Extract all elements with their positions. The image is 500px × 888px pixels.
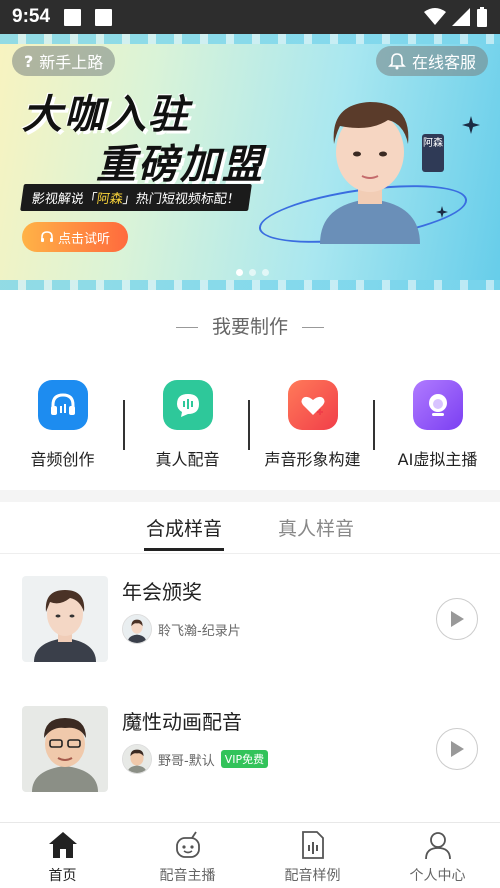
- tab-human-samples[interactable]: 真人样音: [278, 502, 354, 553]
- make-section-title: 我要制作: [211, 316, 288, 338]
- headset-icon: [40, 231, 53, 242]
- make-section-header: 我要制作: [0, 312, 500, 339]
- banner-dot[interactable]: [236, 269, 243, 276]
- banner-dot[interactable]: [249, 269, 256, 276]
- play-button[interactable]: [436, 728, 478, 770]
- sample-meta: 野哥-默认 VIP免费: [122, 744, 269, 774]
- user-icon: [423, 829, 453, 861]
- voice-avatar: [122, 614, 152, 644]
- vip-free-badge: VIP免费: [220, 750, 269, 768]
- question-icon: ?: [24, 51, 34, 71]
- tab-synthesized-samples[interactable]: 合成样音: [143, 502, 225, 553]
- beginner-guide-label: 新手上路: [39, 53, 104, 72]
- banner-subtitle-highlight: 阿森: [95, 192, 124, 207]
- bottom-navigation: 首页 配音主播 配音样例 个人中心: [0, 822, 500, 888]
- play-icon: [451, 741, 464, 757]
- banner-title-line2: 重磅加盟: [96, 142, 264, 188]
- header-divider-left: [175, 327, 198, 328]
- tool-label: 声音形象构建: [264, 450, 361, 469]
- creation-tools: 音频创作 真人配音 声音形象构建 AI虚拟主播: [0, 380, 500, 480]
- nav-label: 配音样例: [284, 868, 341, 884]
- headphones-icon: [37, 380, 88, 430]
- heart-add-icon: [287, 380, 338, 430]
- banner-subtitle-pre: 影视解说「: [30, 192, 98, 207]
- section-divider: [0, 490, 500, 502]
- tool-human-dubbing[interactable]: 真人配音: [125, 380, 250, 480]
- audio-file-icon: [300, 829, 326, 861]
- film-strip-decoration: [0, 34, 500, 44]
- tool-label: 真人配音: [155, 450, 220, 469]
- tool-audio-creation[interactable]: 音频创作: [0, 380, 125, 480]
- status-time: 9:54: [12, 6, 51, 27]
- sample-tabs: 合成样音 真人样音: [0, 502, 500, 554]
- home-icon: [48, 829, 78, 861]
- signal-icon: [452, 8, 470, 26]
- sample-title: 年会颁奖: [122, 580, 202, 604]
- nav-dubbing-samples[interactable]: 配音样例: [250, 823, 375, 888]
- chat-bubble-icon: [162, 380, 213, 430]
- avatar-head-icon: [412, 380, 463, 430]
- sparkle-icon-small: [436, 206, 448, 218]
- nav-profile[interactable]: 个人中心: [375, 823, 500, 888]
- promo-banner[interactable]: ? 新手上路 在线客服 大咖入驻 重磅加盟 影视解说「阿森」热门短视频标配！ 点…: [0, 34, 500, 290]
- play-icon: [451, 611, 464, 627]
- header-divider-right: [302, 327, 324, 328]
- tool-label: 音频创作: [30, 450, 95, 469]
- film-strip-decoration-bottom: [0, 280, 500, 290]
- play-button[interactable]: [436, 598, 478, 640]
- nav-label: 个人中心: [409, 868, 466, 884]
- banner-pagination: [236, 269, 269, 276]
- notification-icon-2: [95, 8, 113, 26]
- robot-icon: [173, 829, 203, 861]
- voice-name: 野哥-默认: [158, 753, 215, 769]
- nav-dubbing-anchors[interactable]: 配音主播: [125, 823, 250, 888]
- banner-subtitle-post: 」热门短视频标配！: [121, 192, 241, 207]
- banner-dot[interactable]: [262, 269, 269, 276]
- sparkle-icon: [462, 116, 480, 134]
- support-bell-icon: [388, 53, 406, 70]
- battery-icon: [477, 7, 487, 27]
- sample-thumbnail: [22, 576, 108, 662]
- sample-title: 魔性动画配音: [122, 710, 242, 734]
- status-bar: 9:54: [0, 0, 500, 34]
- spokesperson-portrait: [320, 102, 420, 244]
- tab-label: 合成样音: [145, 518, 222, 540]
- tab-label: 真人样音: [278, 518, 355, 540]
- sample-thumbnail: [22, 706, 108, 792]
- nav-home[interactable]: 首页: [0, 823, 125, 888]
- tool-label: AI虚拟主播: [397, 450, 478, 469]
- listen-now-label: 点击试听: [57, 231, 110, 247]
- notification-icon: [64, 8, 82, 26]
- voice-name: 聆飞瀚-纪录片: [158, 623, 241, 639]
- sample-meta: 聆飞瀚-纪录片: [122, 614, 241, 644]
- online-support-button[interactable]: 在线客服: [375, 46, 488, 76]
- wifi-icon: [424, 8, 446, 25]
- sample-item[interactable]: 年会颁奖 聆飞瀚-纪录片: [22, 576, 482, 664]
- nav-label: 首页: [48, 868, 77, 884]
- banner-subtitle: 影视解说「阿森」热门短视频标配！: [20, 184, 252, 211]
- nav-label: 配音主播: [159, 868, 216, 884]
- tool-voice-image[interactable]: 声音形象构建: [250, 380, 375, 480]
- voice-avatar: [122, 744, 152, 774]
- beginner-guide-button[interactable]: ? 新手上路: [12, 46, 116, 76]
- sample-item[interactable]: 魔性动画配音 野哥-默认 VIP免费: [22, 706, 482, 794]
- banner-name-tag: 阿森: [422, 134, 444, 172]
- tool-ai-anchor[interactable]: AI虚拟主播: [375, 380, 500, 480]
- online-support-label: 在线客服: [411, 53, 476, 72]
- listen-now-button[interactable]: 点击试听: [22, 222, 128, 252]
